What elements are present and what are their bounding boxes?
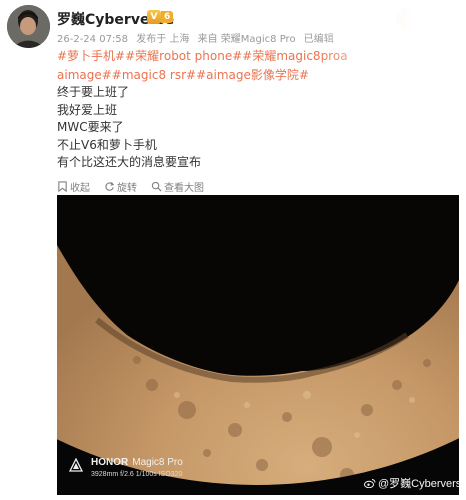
post-photo[interactable]: HONOR Magic8 Pro 3928mm f/2.6 1/100s ISO3… [57, 195, 459, 495]
watermark-text: @罗巍Cyberverse [378, 478, 459, 490]
body-line: MWC要来了 [57, 120, 124, 134]
hashtag[interactable]: aimage# [57, 68, 112, 82]
body-line: 不止V6和萝卜手机 [57, 137, 157, 152]
edited-label[interactable]: 已编辑 [304, 34, 334, 45]
post-time[interactable]: 26-2-24 07:58 [57, 34, 128, 45]
collapse-label: 收起 [70, 183, 90, 194]
hashtag[interactable]: #萝卜手机# [57, 49, 125, 63]
weibo-watermark: @罗巍Cyberverse [364, 475, 459, 491]
post-meta: 26-2-24 07:58 发布于 上海 来自 荣耀Magic8 Pro 已编辑 [57, 30, 339, 45]
rotate-button[interactable]: 旋转 [104, 179, 137, 194]
hashtag[interactable]: #magic8 rsr# [112, 68, 196, 82]
rotate-icon [105, 182, 115, 191]
post-body: 终于要上班了 我好爱上班 MWC要来了 不止V6和萝卜手机 有个比这还大的消息要… [57, 84, 201, 172]
view-large-label: 查看大图 [164, 183, 204, 194]
follow-button[interactable] [396, 8, 454, 30]
avatar-portrait [7, 5, 50, 48]
model-name: Magic8 Pro [132, 457, 183, 468]
vip-badge-icon: V [147, 10, 161, 24]
image-action-bar: 收起 旋转 查看大图 [57, 179, 204, 194]
vip-level: 6 [161, 11, 174, 23]
weibo-logo-icon [364, 479, 376, 488]
camera-spec: 3928mm f/2.6 1/100s ISO320 [91, 471, 183, 478]
view-large-button[interactable]: 查看大图 [151, 179, 204, 194]
brand-name: HONOR [91, 457, 129, 468]
honor-logo-icon [69, 458, 83, 472]
body-line: 终于要上班了 [57, 85, 130, 99]
hashtag[interactable]: #荣耀magic8proa [242, 49, 347, 63]
body-line: 有个比这还大的消息要宣布 [57, 155, 202, 169]
avatar[interactable] [7, 5, 50, 48]
post-location: 发布于 上海 [136, 34, 190, 45]
post-source: 来自 荣耀Magic8 Pro [197, 34, 296, 45]
favorite-icon [58, 181, 67, 192]
rotate-label: 旋转 [117, 183, 137, 194]
collapse-button[interactable]: 收起 [57, 179, 90, 194]
hashtag[interactable]: #aimage影像学院# [196, 68, 309, 82]
moon-image [57, 195, 459, 495]
hashtags: #萝卜手机##荣耀robot phone##荣耀magic8proa aimag… [57, 47, 357, 85]
hashtag[interactable]: #荣耀robot phone# [125, 49, 242, 63]
camera-brand: HONOR Magic8 Pro [91, 457, 183, 468]
body-line: 我好爱上班 [57, 102, 118, 117]
zoom-icon [151, 181, 162, 192]
